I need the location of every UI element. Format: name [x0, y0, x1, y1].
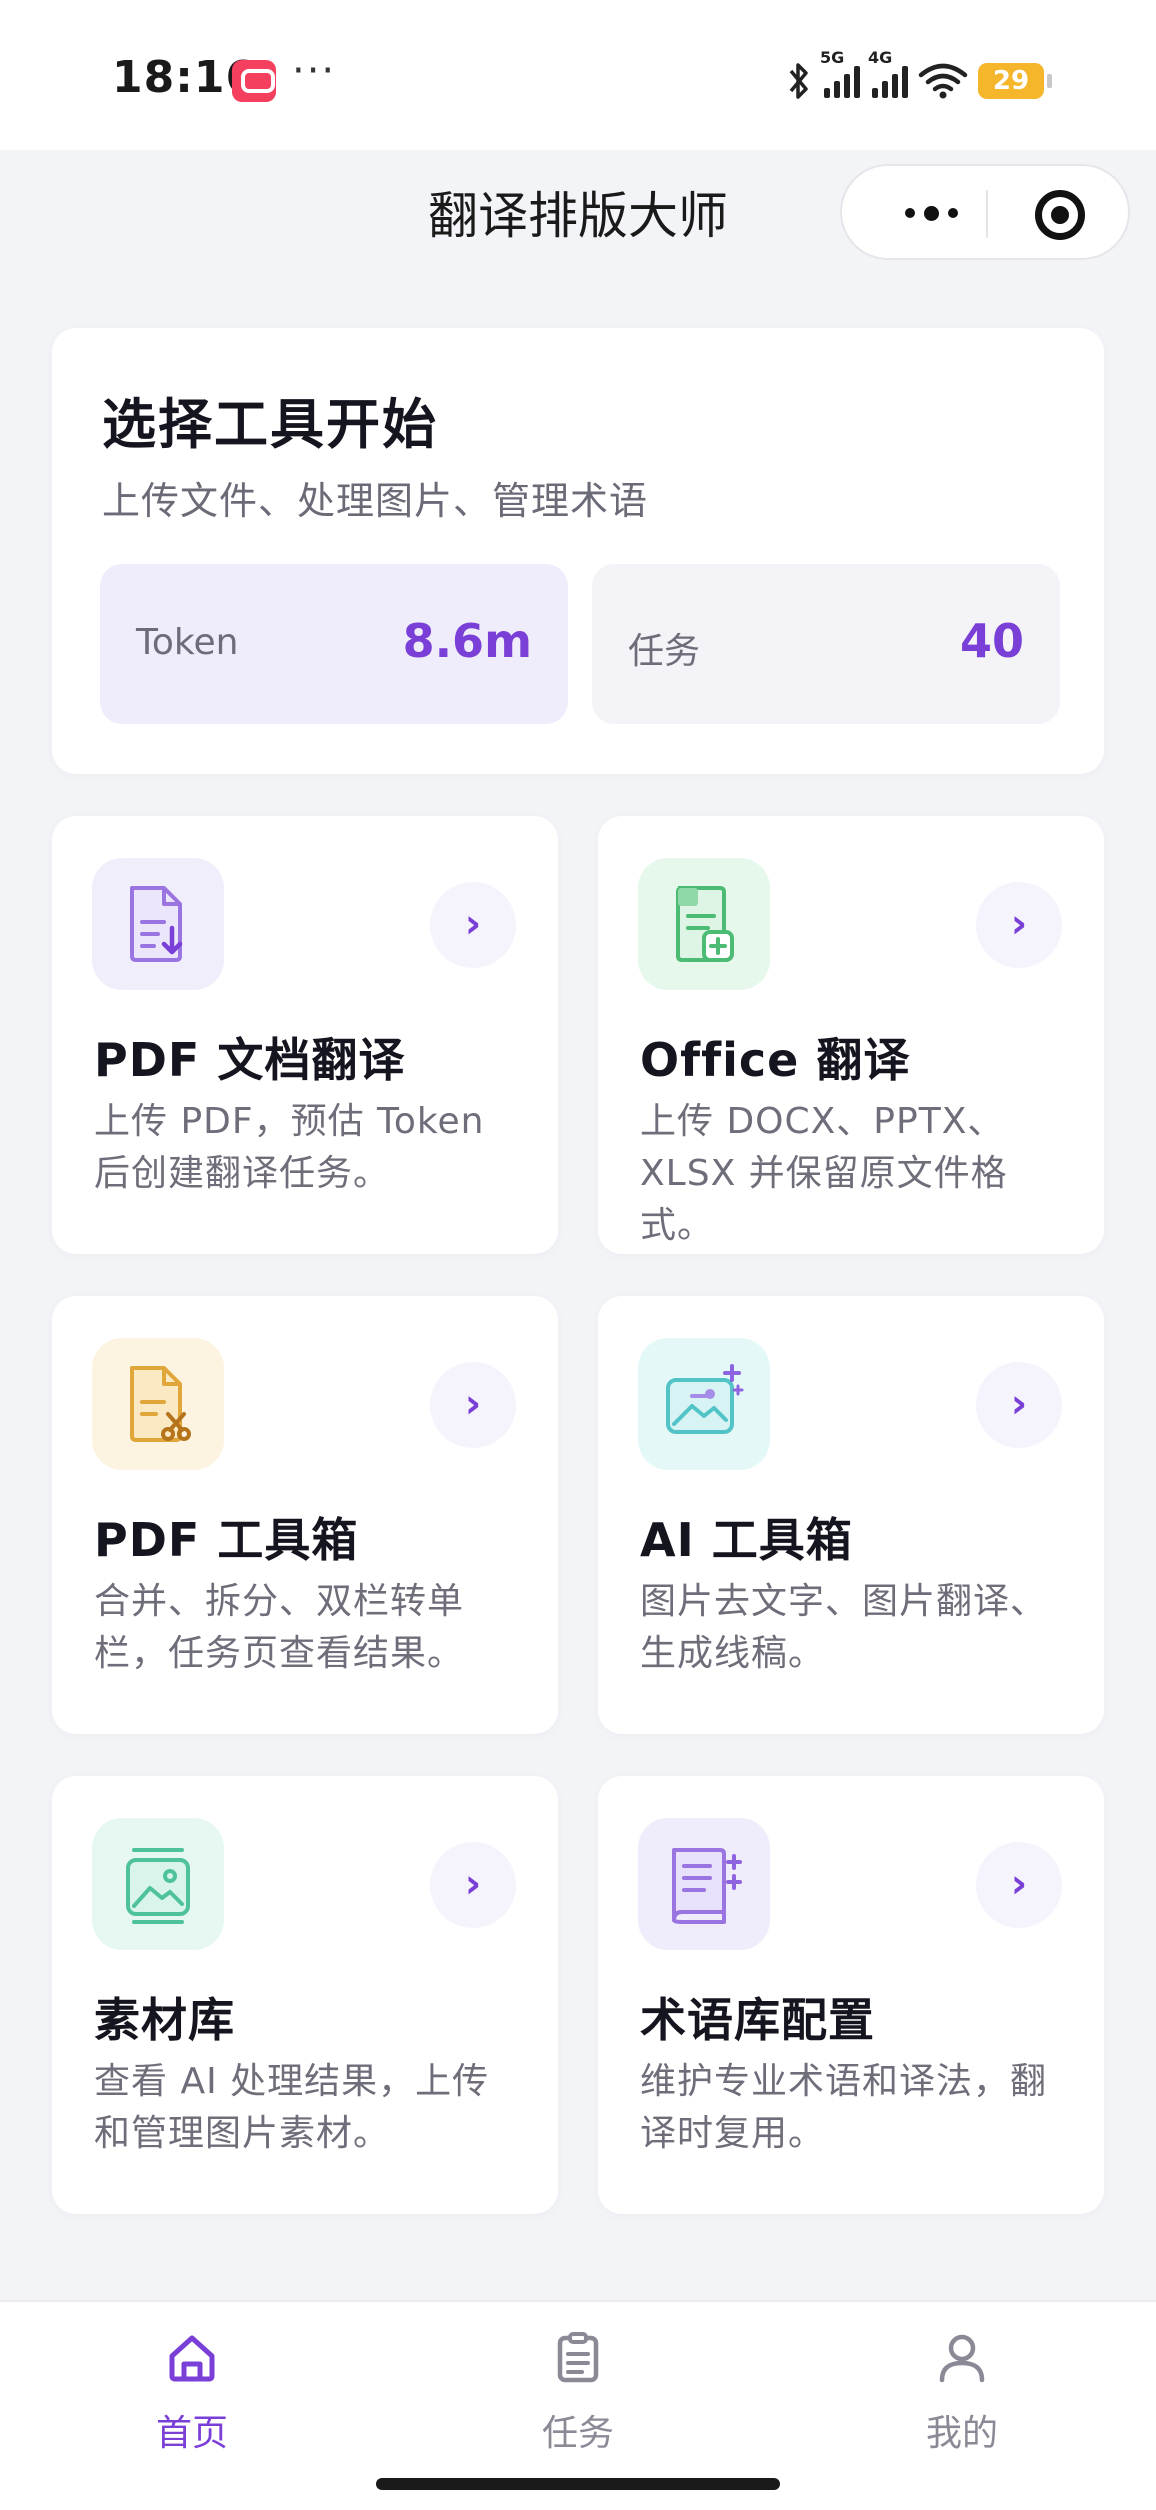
status-bar: 18:16 ··· 5G 4G 29: [0, 0, 1156, 150]
clipboard-icon: [557, 2332, 599, 2383]
signal-5g-icon: 5G: [820, 48, 860, 98]
task-value: 40: [959, 614, 1024, 668]
glossary-icon: [638, 1818, 770, 1950]
pdf-document-icon: [92, 858, 224, 990]
tool-description: 合并、拆分、双栏转单栏，任务页查看结果。: [94, 1581, 465, 1674]
summary-card: 选择工具开始 上传文件、处理图片、管理术语 Token 8.6m 任务 40: [52, 328, 1104, 774]
token-stat: Token 8.6m: [100, 564, 568, 724]
chevron-right-icon[interactable]: ›: [976, 882, 1062, 968]
summary-title: 选择工具开始: [102, 393, 438, 456]
user-icon: [939, 2334, 985, 2383]
tab-label: 我的: [925, 2413, 998, 2454]
more-menu-button[interactable]: [886, 186, 976, 240]
miniprogram-capsule: [840, 164, 1130, 260]
bluetooth-icon: [789, 63, 808, 99]
tool-title: AI 工具箱: [640, 1513, 853, 1567]
capsule-divider: [986, 190, 988, 238]
task-label: 任务: [628, 631, 701, 672]
tool-title: PDF 工具箱: [94, 1513, 359, 1567]
more-notifications-icon: ···: [292, 48, 337, 94]
close-miniprogram-button[interactable]: [1035, 190, 1085, 240]
signal-5g-label: 5G: [820, 48, 845, 67]
tab-profile[interactable]: 我的: [862, 2332, 1062, 2462]
chevron-right-icon[interactable]: ›: [430, 1362, 516, 1448]
tool-card-glossary[interactable]: › 术语库配置 维护专业术语和译法，翻译时复用。: [598, 1776, 1104, 2214]
tool-card-ai-toolbox[interactable]: › AI 工具箱 图片去文字、图片翻译、生成线稿。: [598, 1296, 1104, 1734]
chevron-right-icon[interactable]: ›: [430, 882, 516, 968]
tool-title: 素材库: [94, 1993, 235, 2047]
app-root: 18:16 ··· 5G 4G 29 翻译排版大师 选择工具开始 上传文件、处理…: [0, 0, 1156, 2510]
tool-title: 术语库配置: [640, 1993, 875, 2047]
tool-title: Office 翻译: [640, 1033, 911, 1087]
signal-4g-label: 4G: [868, 48, 893, 67]
tool-card-material-library[interactable]: › 素材库 查看 AI 处理结果，上传和管理图片素材。: [52, 1776, 558, 2214]
pdf-toolbox-icon: [92, 1338, 224, 1470]
notification-app-icon: [232, 60, 276, 102]
tool-description: 维护专业术语和译法，翻译时复用。: [640, 2061, 1048, 2154]
tool-title: PDF 文档翻译: [94, 1033, 406, 1087]
home-indicator: [376, 2478, 780, 2490]
tool-card-office-translate[interactable]: › Office 翻译 上传 DOCX、PPTX、XLSX 并保留原文件格式。: [598, 816, 1104, 1254]
home-icon: [169, 2335, 215, 2382]
token-value: 8.6m: [402, 614, 532, 668]
tool-card-pdf-toolbox[interactable]: › PDF 工具箱 合并、拆分、双栏转单栏，任务页查看结果。: [52, 1296, 558, 1734]
ai-image-icon: [638, 1338, 770, 1470]
office-document-icon: [638, 858, 770, 990]
battery-indicator: 29: [978, 63, 1052, 99]
tool-card-pdf-translate[interactable]: › PDF 文档翻译 上传 PDF，预估 Token 后创建翻译任务。: [52, 816, 558, 1254]
material-library-icon: [92, 1818, 224, 1950]
tab-label: 任务: [541, 2413, 614, 2454]
tool-description: 图片去文字、图片翻译、生成线稿。: [640, 1581, 1048, 1674]
tab-label: 首页: [155, 2413, 228, 2454]
tab-tasks[interactable]: 任务: [478, 2332, 678, 2462]
signal-4g-icon: 4G: [868, 48, 908, 98]
tool-description: 查看 AI 处理结果，上传和管理图片素材。: [94, 2061, 490, 2154]
status-indicators: 5G 4G 29: [786, 48, 1052, 106]
task-stat: 任务 40: [592, 564, 1060, 724]
wifi-icon: [918, 63, 968, 99]
chevron-right-icon[interactable]: ›: [430, 1842, 516, 1928]
chevron-right-icon[interactable]: ›: [976, 1842, 1062, 1928]
summary-subtitle: 上传文件、处理图片、管理术语: [102, 479, 649, 523]
tool-description: 上传 DOCX、PPTX、XLSX 并保留原文件格式。: [640, 1101, 1008, 1246]
chevron-right-icon[interactable]: ›: [976, 1362, 1062, 1448]
token-label: Token: [136, 622, 239, 663]
tool-description: 上传 PDF，预估 Token 后创建翻译任务。: [94, 1101, 485, 1194]
tab-home[interactable]: 首页: [92, 2332, 292, 2462]
